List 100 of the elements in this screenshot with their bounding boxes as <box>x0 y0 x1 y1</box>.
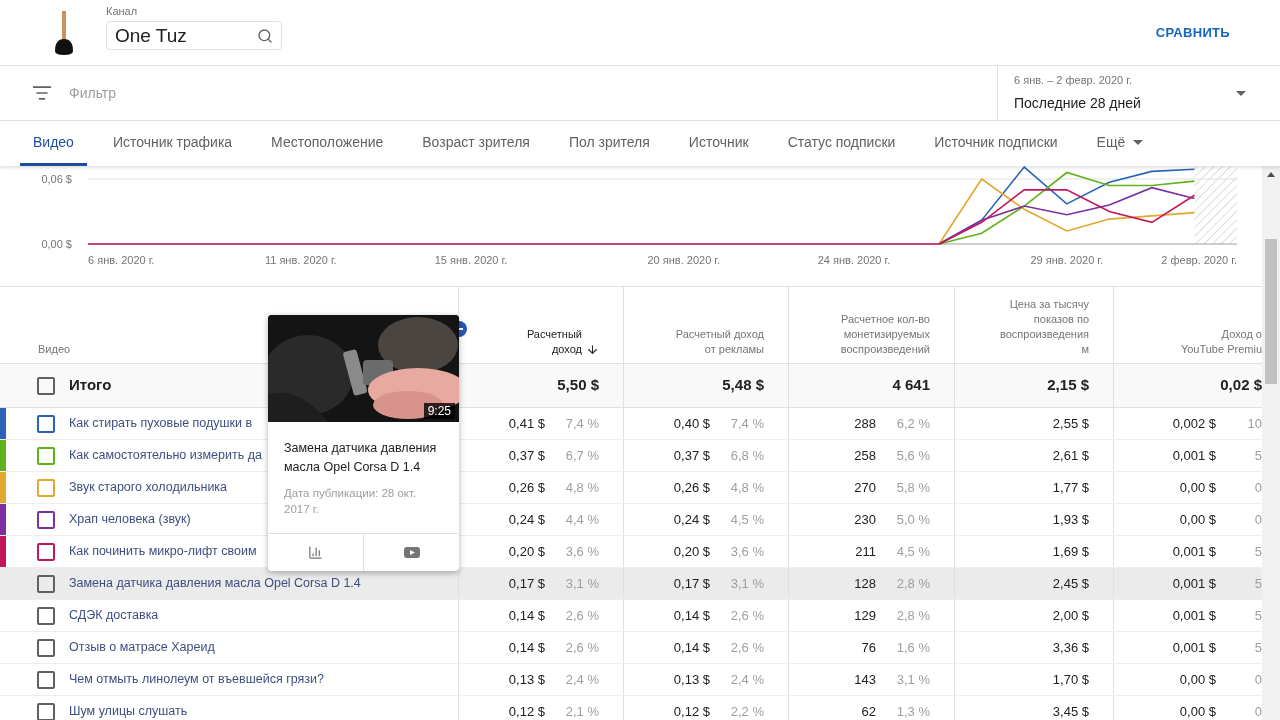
checkbox[interactable] <box>37 510 55 529</box>
checkbox[interactable] <box>37 670 55 689</box>
column-header[interactable]: Расчетный доход <box>526 327 582 357</box>
tab[interactable]: Источник подписки <box>921 121 1071 166</box>
percent-text: 6,7 % <box>564 446 599 465</box>
value-text: 0,14 $ <box>508 606 545 625</box>
checkbox[interactable] <box>37 574 55 593</box>
percent-text: 10 <box>1246 414 1262 433</box>
bar-chart-icon <box>308 545 323 560</box>
percent-text: 0 <box>1253 478 1262 497</box>
value-text: 0,14 $ <box>508 638 545 657</box>
percent-text: 4,5 % <box>729 510 764 529</box>
scroll-up-icon[interactable] <box>1267 172 1275 177</box>
column-header[interactable]: Видео <box>38 342 71 357</box>
checkbox[interactable] <box>37 638 55 657</box>
tab[interactable]: Местоположение <box>258 121 397 166</box>
column-header[interactable]: Цена за тысячу показов по воспроизведения м <box>999 297 1089 357</box>
percent-text: 2,4 % <box>564 670 599 689</box>
video-title-link[interactable]: Как стирать пуховые подушки в <box>69 414 253 433</box>
video-title-link[interactable]: Храп человека (звук) <box>69 510 191 529</box>
video-title-link[interactable]: Шум улицы слушать <box>69 702 188 720</box>
channel-label: Канал <box>106 3 139 19</box>
value-text: 62 <box>861 702 876 720</box>
value-text: 1,69 $ <box>1052 542 1089 561</box>
checkbox[interactable] <box>37 414 55 433</box>
y-axis-label: 0,06 $ <box>41 173 72 185</box>
date-range-text: 6 янв. – 2 февр. 2020 г. <box>1014 73 1133 89</box>
percent-text: 5 <box>1253 542 1262 561</box>
value-text: 0,13 $ <box>508 670 545 689</box>
value-text: 3,45 $ <box>1052 702 1089 720</box>
percent-text: 3,1 % <box>895 670 930 689</box>
value-text: 128 <box>854 574 876 593</box>
percent-text: 1,3 % <box>895 702 930 720</box>
tab[interactable]: Видео <box>20 121 87 166</box>
video-title-link[interactable]: Чем отмыть линолеум от въевшейся грязи? <box>69 670 324 689</box>
percent-text: 3,1 % <box>564 574 599 593</box>
tab[interactable]: Источник <box>675 121 762 166</box>
value-text: 0,12 $ <box>508 702 545 720</box>
column-header[interactable]: Доход о YouTube Premiu <box>1180 327 1262 357</box>
more-tab[interactable]: Ещё <box>1083 121 1157 166</box>
value-text: 2,00 $ <box>1052 606 1089 625</box>
value-text: 258 <box>854 446 876 465</box>
value-text: 0,001 $ <box>1172 542 1216 561</box>
value-text: 143 <box>854 670 876 689</box>
checkbox[interactable] <box>37 478 55 497</box>
scrollbar-thumb[interactable] <box>1265 239 1277 384</box>
tab[interactable]: Источник трафика <box>99 121 246 166</box>
value-text: 230 <box>854 510 876 529</box>
table-row[interactable]: Отзыв о матрасе Хареид 0,14 $ 2,6 % 0,14 $ 2,6 % 76 1,6 % 3,36 $ 0,001 $ 5 <box>0 632 1262 664</box>
x-axis-label: 24 янв. 2020 г. <box>817 254 891 266</box>
percent-text: 2,6 % <box>564 606 599 625</box>
tab[interactable]: Статус подписки <box>774 121 909 166</box>
video-title-link[interactable]: Замена датчика давления масла Opel Corsa D 1.4 <box>69 574 361 593</box>
filter-field[interactable]: Фильтр <box>69 82 369 104</box>
value-text: 0,00 $ <box>1179 478 1216 497</box>
table-row[interactable]: СДЭК доставка 0,14 $ 2,6 % 0,14 $ 2,6 % 129 2,8 % 2,00 $ 0,001 $ 5 <box>0 600 1262 632</box>
value-text: 288 <box>854 414 876 433</box>
play-icon <box>403 547 420 558</box>
checkbox[interactable] <box>37 702 55 720</box>
minus-icon[interactable] <box>459 321 467 337</box>
compare-button[interactable]: СРАВНИТЬ <box>1147 14 1238 51</box>
percent-text: 3,1 % <box>729 574 764 593</box>
percent-text: 0 <box>1253 670 1262 689</box>
checkbox[interactable] <box>37 446 55 465</box>
value-text: 0,17 $ <box>673 574 710 593</box>
value-text: 3,36 $ <box>1052 638 1089 657</box>
scrollbar[interactable] <box>1262 166 1280 720</box>
checkbox[interactable] <box>37 376 55 395</box>
video-title-link[interactable]: Звук старого холодильника <box>69 478 228 497</box>
video-title-link[interactable]: Как самостоятельно измерить да <box>69 446 262 465</box>
filter-icon[interactable] <box>32 83 52 103</box>
value-text: 0,37 $ <box>508 446 545 465</box>
percent-text: 0 <box>1253 510 1262 529</box>
value-text: 129 <box>854 606 876 625</box>
total-value: 4 641 <box>892 375 930 396</box>
value-text: 0,001 $ <box>1172 574 1216 593</box>
search-icon[interactable] <box>257 27 273 44</box>
value-text: 0,001 $ <box>1172 638 1216 657</box>
column-header[interactable]: Расчетное кол-во монетизируемых воспроизведений <box>840 312 930 357</box>
checkbox[interactable] <box>37 542 55 561</box>
total-value: 5,48 $ <box>722 375 764 396</box>
value-text: 1,93 $ <box>1052 510 1089 529</box>
value-text: 0,00 $ <box>1179 702 1216 720</box>
tab[interactable]: Возраст зрителя <box>409 121 543 166</box>
duration-badge: 9:25 <box>423 403 455 419</box>
video-title-link[interactable]: СДЭК доставка <box>69 606 159 625</box>
table-row[interactable]: Замена датчика давления масла Opel Corsa D 1.4 0,17 $ 3,1 % 0,17 $ 3,1 % 128 2,8 % 2,45 $ 0,001 $ 5 <box>0 568 1262 600</box>
percent-text: 2,4 % <box>729 670 764 689</box>
percent-text: 2,6 % <box>729 606 764 625</box>
video-title-link[interactable]: Отзыв о матрасе Хареид <box>69 638 215 657</box>
channel-search-field[interactable]: One Tuz <box>106 21 282 51</box>
column-header[interactable]: Расчетный доход от рекламы <box>675 327 764 357</box>
value-text: 0,14 $ <box>673 606 710 625</box>
date-range-dropdown[interactable]: 6 янв. – 2 февр. 2020 г. Последние 28 дней <box>997 66 1280 120</box>
value-text: 2,55 $ <box>1052 414 1089 433</box>
video-title-link[interactable]: Как починить микро-лифт своим <box>69 542 257 561</box>
total-value: 5,50 $ <box>557 375 599 396</box>
tab[interactable]: Пол зрителя <box>555 121 663 166</box>
checkbox[interactable] <box>37 606 55 625</box>
table-row[interactable]: Чем отмыть линолеум от въевшейся грязи? 0,13 $ 2,4 % 0,13 $ 2,4 % 143 3,1 % 1,70 $ 0,00 $ 0 <box>0 664 1262 696</box>
